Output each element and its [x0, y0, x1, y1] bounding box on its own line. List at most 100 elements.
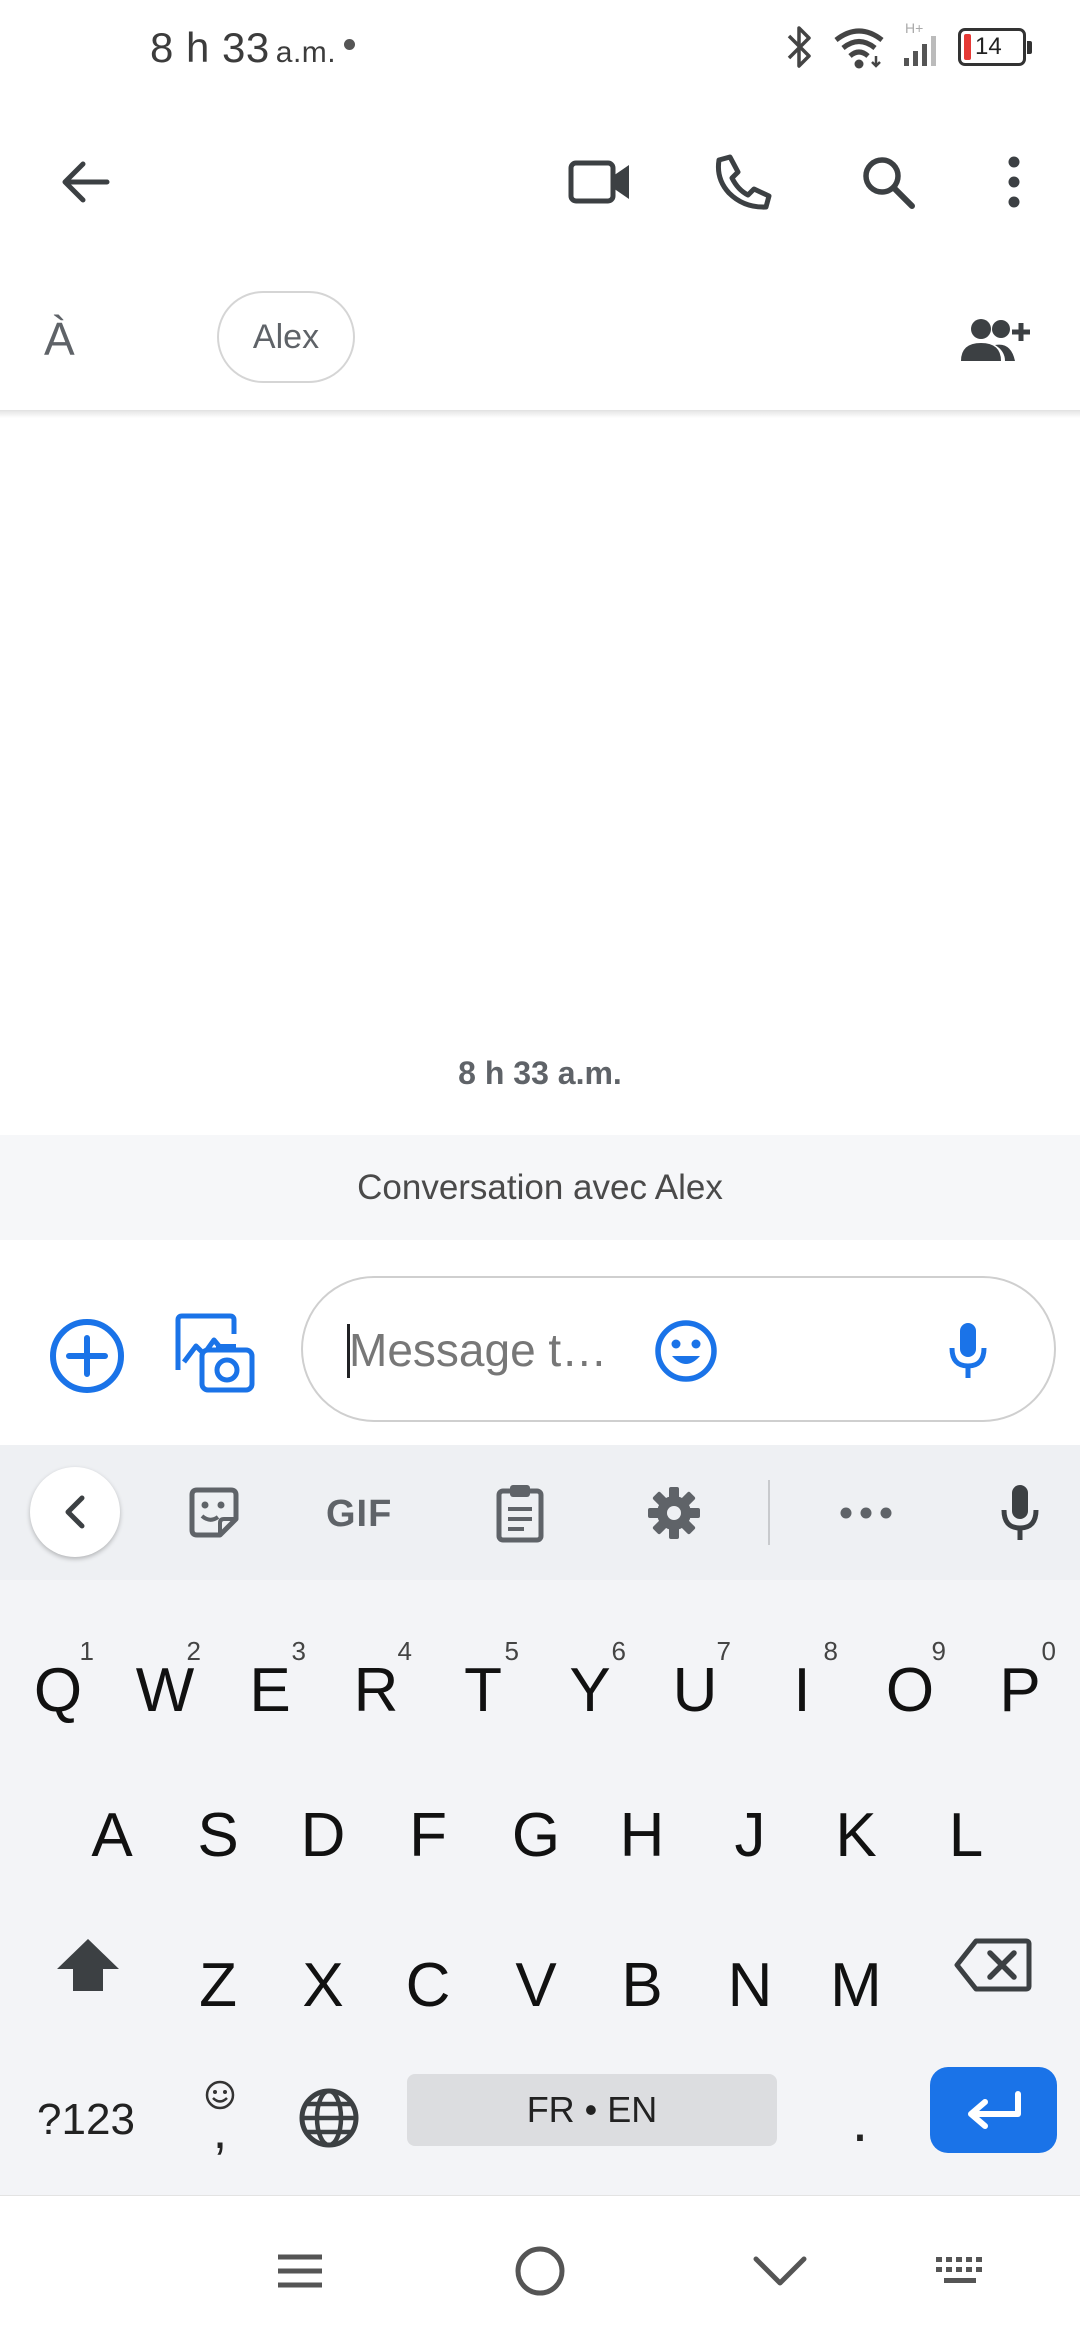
- key-number-hint: 7: [716, 1636, 731, 1666]
- key-label: R: [353, 1655, 399, 1725]
- keyboard: Q1W2E3R4T5Y6U7I8O9P0 ASDFGHJKL ZXCVBNM ?…: [0, 1580, 1080, 2195]
- keyboard-icon: [936, 2257, 982, 2283]
- phone-call-button[interactable]: [694, 132, 794, 232]
- chevron-left-icon: [65, 1495, 85, 1529]
- status-bar: 8 h 33 a.m. H+ 14: [0, 0, 1080, 100]
- toolbar-divider: [768, 1480, 770, 1545]
- more-options-button[interactable]: [964, 132, 1064, 232]
- message-input[interactable]: [349, 1318, 609, 1382]
- language-switch-key[interactable]: [284, 2063, 374, 2173]
- shift-icon: [57, 1939, 119, 1991]
- key-q[interactable]: Q1: [8, 1630, 108, 1750]
- globe-icon: [299, 2088, 359, 2148]
- voice-typing-button[interactable]: [984, 1477, 1056, 1549]
- symbols-key[interactable]: ?123: [16, 2060, 156, 2180]
- key-f[interactable]: F: [378, 1775, 478, 1895]
- chevron-down-icon: [753, 2256, 807, 2286]
- status-ampm: a.m.: [275, 36, 337, 69]
- key-u[interactable]: U7: [645, 1630, 745, 1750]
- add-circle-icon: [50, 1319, 124, 1393]
- home-button[interactable]: [500, 2236, 580, 2306]
- key-number-hint: 3: [291, 1636, 306, 1666]
- key-h[interactable]: H: [592, 1775, 692, 1895]
- bluetooth-icon: [785, 24, 815, 70]
- header-shadow: [0, 410, 1080, 418]
- key-b[interactable]: B: [592, 1925, 692, 2045]
- key-t[interactable]: T5: [433, 1630, 533, 1750]
- key-label: Q: [33, 1655, 83, 1725]
- voice-message-button[interactable]: [933, 1316, 1003, 1386]
- more-vert-icon: [1008, 156, 1020, 208]
- key-a[interactable]: A: [62, 1775, 162, 1895]
- backspace-icon: [954, 1938, 1032, 1992]
- enter-key[interactable]: [930, 2067, 1057, 2153]
- message-field[interactable]: [301, 1276, 1056, 1422]
- key-label: T: [464, 1655, 502, 1725]
- key-o[interactable]: O9: [860, 1630, 960, 1750]
- gallery-camera-button[interactable]: [172, 1310, 258, 1396]
- key-g[interactable]: G: [486, 1775, 586, 1895]
- back-button[interactable]: [35, 132, 135, 232]
- battery-icon: 14: [958, 28, 1032, 66]
- recipient-chip[interactable]: Alex: [217, 291, 355, 383]
- clipboard-button[interactable]: [484, 1477, 556, 1549]
- key-number-hint: 4: [397, 1636, 412, 1666]
- signal-icon: H+: [900, 20, 942, 70]
- comma-label: ,: [212, 2102, 228, 2160]
- conversation-banner: Conversation avec Alex: [0, 1135, 1080, 1240]
- key-s[interactable]: S: [168, 1775, 268, 1895]
- status-time: 8 h 33 a.m.: [150, 24, 356, 72]
- key-c[interactable]: C: [378, 1925, 478, 2045]
- battery-fill: [964, 34, 971, 60]
- keyboard-settings-button[interactable]: [638, 1477, 710, 1549]
- phone-icon: [716, 154, 772, 210]
- emoji-button[interactable]: [653, 1318, 719, 1384]
- more-toolbar-button[interactable]: [830, 1477, 902, 1549]
- network-type-label: H+: [905, 20, 924, 36]
- key-k[interactable]: K: [806, 1775, 906, 1895]
- hide-keyboard-button[interactable]: [740, 2236, 820, 2306]
- keyboard-toolbar: GIF: [0, 1445, 1080, 1580]
- key-i[interactable]: I8: [752, 1630, 852, 1750]
- navigation-bar: [0, 2195, 1080, 2341]
- key-z[interactable]: Z: [168, 1925, 268, 2045]
- gif-button[interactable]: GIF: [326, 1493, 392, 1536]
- key-l[interactable]: L: [916, 1775, 1016, 1895]
- key-v[interactable]: V: [486, 1925, 586, 2045]
- shift-key[interactable]: [38, 1915, 138, 2015]
- recents-button[interactable]: [260, 2236, 340, 2306]
- emoji-comma-key[interactable]: ,: [185, 2050, 255, 2180]
- key-label: U: [672, 1655, 718, 1725]
- key-number-hint: 8: [823, 1636, 838, 1666]
- keyboard-switch-button[interactable]: [920, 2236, 1000, 2306]
- key-d[interactable]: D: [273, 1775, 373, 1895]
- sticker-icon: [189, 1487, 239, 1538]
- compose-bar: [0, 1240, 1080, 1445]
- key-j[interactable]: J: [700, 1775, 800, 1895]
- search-button[interactable]: [838, 132, 938, 232]
- conversation-timestamp: 8 h 33 a.m.: [458, 1055, 622, 1091]
- notification-dot-icon: [344, 39, 356, 51]
- key-r[interactable]: R4: [326, 1630, 426, 1750]
- clipboard-icon: [496, 1485, 544, 1543]
- more-horiz-icon: [840, 1507, 892, 1519]
- key-label: E: [249, 1655, 291, 1725]
- video-call-button[interactable]: [550, 132, 650, 232]
- key-w[interactable]: W2: [115, 1630, 215, 1750]
- key-p[interactable]: P0: [970, 1630, 1070, 1750]
- sticker-button[interactable]: [178, 1477, 250, 1549]
- recipient-row: À Alex: [0, 270, 1080, 411]
- period-key[interactable]: .: [820, 2060, 900, 2180]
- key-e[interactable]: E3: [220, 1630, 320, 1750]
- space-bar[interactable]: FR • EN: [407, 2074, 777, 2146]
- key-m[interactable]: M: [806, 1925, 906, 2045]
- key-n[interactable]: N: [700, 1925, 800, 2045]
- delete-key[interactable]: [948, 1915, 1038, 2015]
- key-y[interactable]: Y6: [540, 1630, 640, 1750]
- key-x[interactable]: X: [273, 1925, 373, 2045]
- attach-button[interactable]: [44, 1313, 130, 1399]
- video-call-icon: [568, 160, 629, 204]
- toolbar-collapse-button[interactable]: [30, 1467, 120, 1557]
- add-recipient-button[interactable]: [950, 300, 1040, 380]
- key-number-hint: 1: [79, 1636, 94, 1666]
